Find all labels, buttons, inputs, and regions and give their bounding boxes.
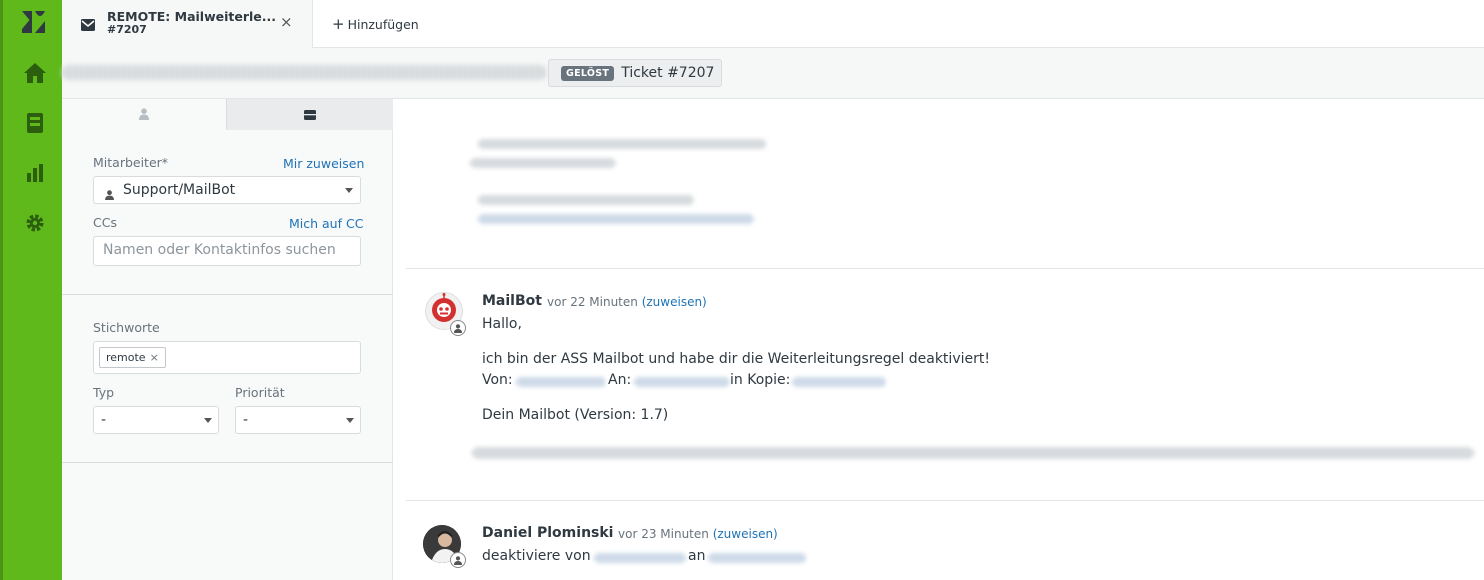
sidebar-tabs	[62, 99, 393, 130]
message-meta: vor 23 Minuten (zuweisen)	[618, 527, 778, 541]
to-label: An:	[608, 372, 632, 388]
redacted-text	[470, 158, 616, 168]
tag-label: remote	[106, 351, 146, 364]
plus-icon: +	[332, 15, 345, 33]
redacted-link	[478, 214, 754, 224]
tags-input[interactable]: remote ×	[93, 341, 361, 374]
message-time: vor 23 Minuten	[618, 527, 709, 541]
assign-to-me-link[interactable]: Mir zuweisen	[283, 156, 364, 171]
message-line: ich bin der ASS Mailbot und habe dir die…	[482, 351, 990, 367]
ticket-sidebar: Mitarbeiter* Mir zuweisen Support/MailBo…	[62, 99, 393, 580]
add-tab-button[interactable]: + Hinzufügen	[332, 15, 419, 33]
message-greeting: Hallo,	[482, 316, 522, 332]
assignee-select[interactable]: Support/MailBot	[93, 176, 361, 204]
ccs-placeholder: Namen oder Kontaktinfos suchen	[103, 242, 336, 258]
chevron-down-icon	[345, 188, 353, 193]
tab-ticket-ref: #7207	[107, 23, 147, 36]
tab-bar: REMOTE: Mailweiterle... #7207 × + Hinzufü…	[62, 0, 1484, 48]
ticket-tab[interactable]: REMOTE: Mailweiterle... #7207 ×	[62, 0, 313, 48]
assign-link[interactable]: (zuweisen)	[642, 295, 707, 309]
priority-label: Priorität	[235, 385, 285, 400]
tab-user[interactable]	[62, 99, 226, 130]
type-label: Typ	[93, 385, 115, 400]
breadcrumb: GELÖST Ticket #7207	[62, 48, 1484, 99]
redacted-email	[594, 553, 686, 563]
message-line-mid: an	[688, 548, 706, 564]
agent-badge-icon	[450, 552, 466, 568]
redacted-email	[516, 377, 606, 387]
tags-label: Stichworte	[93, 320, 160, 335]
redacted-footer	[472, 447, 1474, 459]
type-select[interactable]: -	[93, 406, 219, 434]
divider	[62, 294, 393, 295]
message-divider	[406, 268, 1484, 269]
message-author[interactable]: Daniel Plominski	[482, 525, 613, 541]
chevron-down-icon	[204, 418, 212, 423]
chevron-down-icon	[346, 418, 354, 423]
tag-remote: remote ×	[99, 347, 166, 368]
tab-ticket[interactable]	[226, 99, 393, 130]
tab-title: REMOTE: Mailweiterle...	[107, 9, 277, 24]
ccs-input[interactable]: Namen oder Kontaktinfos suchen	[93, 236, 361, 266]
mail-icon	[81, 16, 95, 35]
redacted-text	[478, 139, 766, 149]
assign-link[interactable]: (zuweisen)	[713, 527, 778, 541]
type-value: -	[101, 412, 107, 428]
add-tab-label: Hinzufügen	[347, 17, 419, 32]
assignee-label: Mitarbeiter*	[93, 155, 169, 170]
ccs-label: CCs	[93, 215, 117, 230]
divider	[62, 462, 393, 463]
message-meta: vor 22 Minuten (zuweisen)	[547, 295, 707, 309]
tag-remove-icon[interactable]: ×	[150, 351, 159, 364]
message-divider	[406, 500, 1484, 501]
views-icon[interactable]	[22, 111, 48, 135]
redacted-breadcrumb[interactable]	[62, 65, 546, 80]
ticket-label: Ticket #7207	[621, 65, 715, 81]
assignee-value: Support/MailBot	[123, 182, 236, 198]
message-signature: Dein Mailbot (Version: 1.7)	[482, 407, 669, 423]
redacted-email	[634, 377, 730, 387]
message-time: vor 22 Minuten	[547, 295, 638, 309]
end-user-badge-icon	[450, 320, 466, 336]
redacted-email	[792, 377, 886, 387]
redacted-email	[708, 553, 806, 563]
close-icon[interactable]: ×	[280, 13, 293, 31]
cc-label: in Kopie:	[730, 372, 791, 388]
from-label: Von:	[482, 372, 513, 388]
main-nav	[0, 0, 62, 580]
redacted-text	[478, 195, 694, 205]
home-icon[interactable]	[22, 61, 48, 85]
reporting-icon[interactable]	[22, 161, 48, 185]
admin-gear-icon[interactable]	[22, 211, 48, 235]
status-badge: GELÖST	[561, 65, 615, 81]
message-author[interactable]: MailBot	[482, 293, 542, 309]
priority-value: -	[243, 412, 249, 428]
conversation: MailBot vor 22 Minuten (zuweisen) Hallo,…	[394, 99, 1484, 580]
message-line-start: deaktiviere von	[482, 548, 591, 564]
user-icon	[139, 105, 149, 124]
zendesk-logo-icon[interactable]	[20, 9, 48, 35]
ticket-icon	[304, 105, 316, 124]
cc-me-link[interactable]: Mich auf CC	[289, 216, 363, 231]
person-icon	[105, 185, 114, 204]
breadcrumb-ticket[interactable]: GELÖST Ticket #7207	[548, 59, 722, 87]
priority-select[interactable]: -	[235, 406, 361, 434]
